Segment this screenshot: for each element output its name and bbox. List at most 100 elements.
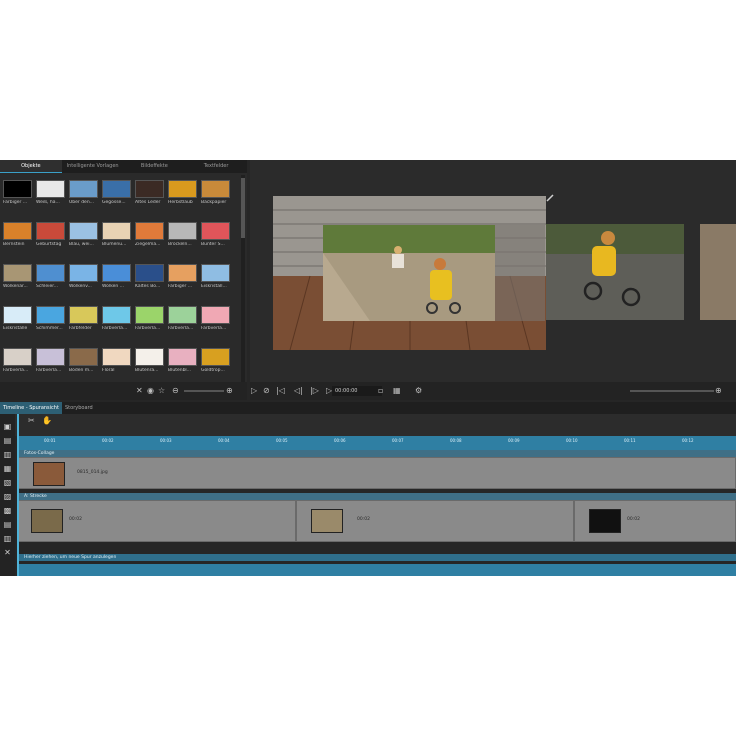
fx-icon[interactable]: ▥ — [3, 534, 12, 543]
library-item[interactable]: Weiß, ha... — [36, 180, 65, 218]
library-item-thumbnail — [168, 180, 197, 198]
library-item[interactable]: Farbverla... — [36, 348, 65, 386]
library-item[interactable]: Floral — [102, 348, 131, 386]
tab-intelligente-vorlagen[interactable]: Intelligente Vorlagen — [62, 160, 124, 173]
library-item[interactable]: Bernstein — [3, 222, 32, 260]
library-item[interactable]: Farbiger ... — [168, 264, 197, 302]
library-item[interactable]: Wolkenar... — [3, 264, 32, 302]
thumb-size-slider[interactable] — [184, 390, 224, 392]
library-item-thumbnail — [201, 222, 230, 240]
playhead[interactable] — [17, 414, 19, 576]
strecke-clip-1[interactable]: 00:02 — [18, 500, 296, 542]
expand-icon[interactable]: ✕ — [3, 548, 12, 557]
library-item[interactable]: Herbstlaub — [168, 180, 197, 218]
lock-icon[interactable]: ▣ — [3, 422, 12, 431]
zoom-plus-icon[interactable]: ⊕ — [715, 382, 722, 400]
library-item-thumbnail — [3, 306, 32, 324]
hand-icon[interactable]: ✋ — [42, 412, 52, 430]
library-item[interactable]: Farbverla... — [168, 306, 197, 344]
snap-icon[interactable]: ▧ — [3, 478, 12, 487]
library-item[interactable]: Kaltes Bo... — [135, 264, 164, 302]
library-item[interactable]: Farbiger ... — [3, 180, 32, 218]
timecode-display[interactable]: 00:00:00 — [332, 386, 382, 396]
close-icon[interactable]: ✕ — [136, 382, 143, 400]
zoom-in-icon[interactable]: ⊕ — [226, 382, 233, 400]
scissors-icon[interactable]: ✂ — [28, 412, 35, 430]
library-item-thumbnail — [69, 348, 98, 366]
library-item[interactable]: Schimmer... — [36, 306, 65, 344]
library-item[interactable]: Wolkenv... — [69, 264, 98, 302]
timeline-view-tabs: Timeline - Spuransicht Storyboard — [0, 402, 736, 414]
record-icon[interactable]: ⊘ — [263, 382, 270, 400]
audio-icon[interactable]: ▤ — [3, 520, 12, 529]
library-item[interactable]: Blütenra... — [135, 348, 164, 386]
library-item-label: Boden m... — [69, 368, 94, 373]
clip-thumbnail — [589, 509, 621, 533]
screen-icon[interactable]: ▦ — [393, 382, 401, 400]
library-item[interactable]: Goldtrop... — [201, 348, 230, 386]
track-header-collage[interactable]: Fotos-Collage — [18, 450, 736, 457]
strecke-clip-2[interactable]: 00:02 — [296, 500, 574, 542]
pencil-icon[interactable] — [546, 194, 554, 202]
library-item[interactable]: Blau, wei... — [69, 222, 98, 260]
third-slide-thumb[interactable] — [700, 224, 736, 320]
library-item-thumbnail — [69, 264, 98, 282]
library-item-label: Schleier... — [36, 284, 58, 289]
library-item[interactable]: Blumenu... — [102, 222, 131, 260]
library-item[interactable]: Ziegelma... — [135, 222, 164, 260]
library-item[interactable]: Farbverla... — [102, 306, 131, 344]
library-item[interactable]: Altes Leder — [135, 180, 164, 218]
library-item[interactable]: Bröckeln... — [168, 222, 197, 260]
next-slide-thumb[interactable] — [546, 224, 684, 320]
library-item[interactable]: Gegosse... — [102, 180, 131, 218]
library-item-label: Ziegelma... — [135, 242, 161, 247]
tab-storyboard[interactable]: Storyboard — [62, 402, 96, 414]
add-track-hint[interactable]: Hierher ziehen, um neue Spur anzulegen — [18, 554, 736, 561]
clip-thumbnail — [31, 509, 63, 533]
library-item[interactable]: Backpapier — [201, 180, 230, 218]
collage-frame[interactable] — [273, 196, 546, 351]
group-icon[interactable]: ▦ — [3, 464, 12, 473]
playback-controls: ▷ ⊘ |◁ ◁| |▷ ▷| 00:00:00 ▫ ▦ ⚙ ⊕ — [250, 382, 736, 400]
solo-icon[interactable]: ▥ — [3, 450, 12, 459]
tab-objekte[interactable]: Objekte — [0, 160, 62, 173]
library-item-thumbnail — [69, 306, 98, 324]
collage-clip[interactable]: 0815_014.jpg — [18, 457, 736, 489]
jump-start-icon[interactable]: |◁ — [276, 382, 285, 400]
play-icon[interactable]: ▷ — [251, 382, 257, 400]
tab-textfelder[interactable]: Textfelder — [185, 160, 247, 173]
layer-icon[interactable]: ▩ — [3, 506, 12, 515]
tab-bildeffekte[interactable]: Bildeffekte — [124, 160, 186, 173]
timeline-ruler[interactable]: 00:01 00:02 00:03 00:04 00:05 00:06 00:07 00:08… — [18, 436, 736, 450]
library-item-label: Farbverla... — [36, 368, 62, 373]
mute-icon[interactable]: ▤ — [3, 436, 12, 445]
library-item[interactable]: Farbverla... — [135, 306, 164, 344]
track-header-strecke[interactable]: A: Strecke — [18, 493, 736, 500]
zoom-slider[interactable] — [630, 390, 714, 392]
library-item[interactable]: Bunter S... — [201, 222, 230, 260]
library-item[interactable]: Über den... — [69, 180, 98, 218]
library-item[interactable]: Farbverla... — [201, 306, 230, 344]
library-item[interactable]: Geburtstag — [36, 222, 65, 260]
library-item-thumbnail — [36, 222, 65, 240]
library-item[interactable]: Farbfelder — [69, 306, 98, 344]
library-item[interactable]: Eiskristalle — [3, 306, 32, 344]
link-icon[interactable]: ▨ — [3, 492, 12, 501]
library-scroll-thumb[interactable] — [241, 178, 245, 238]
marker-icon[interactable]: ▫ — [378, 382, 383, 400]
library-item[interactable]: Farbverla... — [3, 348, 32, 386]
ruler-tick: 00:08 — [450, 438, 462, 443]
step-forward-icon[interactable]: |▷ — [310, 382, 319, 400]
settings-icon[interactable]: ⚙ — [415, 382, 422, 400]
library-item[interactable]: Eiskristall... — [201, 264, 230, 302]
library-item[interactable]: Schleier... — [36, 264, 65, 302]
strecke-clip-3[interactable]: 00:02 — [574, 500, 736, 542]
library-item[interactable]: Boden m... — [69, 348, 98, 386]
star-icon[interactable]: ☆ — [158, 382, 165, 400]
zoom-out-icon[interactable]: ⊖ — [172, 382, 179, 400]
library-item[interactable]: Wolken ... — [102, 264, 131, 302]
eye-icon[interactable]: ◉ — [147, 382, 154, 400]
step-back-icon[interactable]: ◁| — [294, 382, 303, 400]
library-item[interactable]: Blütenbl... — [168, 348, 197, 386]
library-item-label: Weiß, ha... — [36, 200, 60, 205]
